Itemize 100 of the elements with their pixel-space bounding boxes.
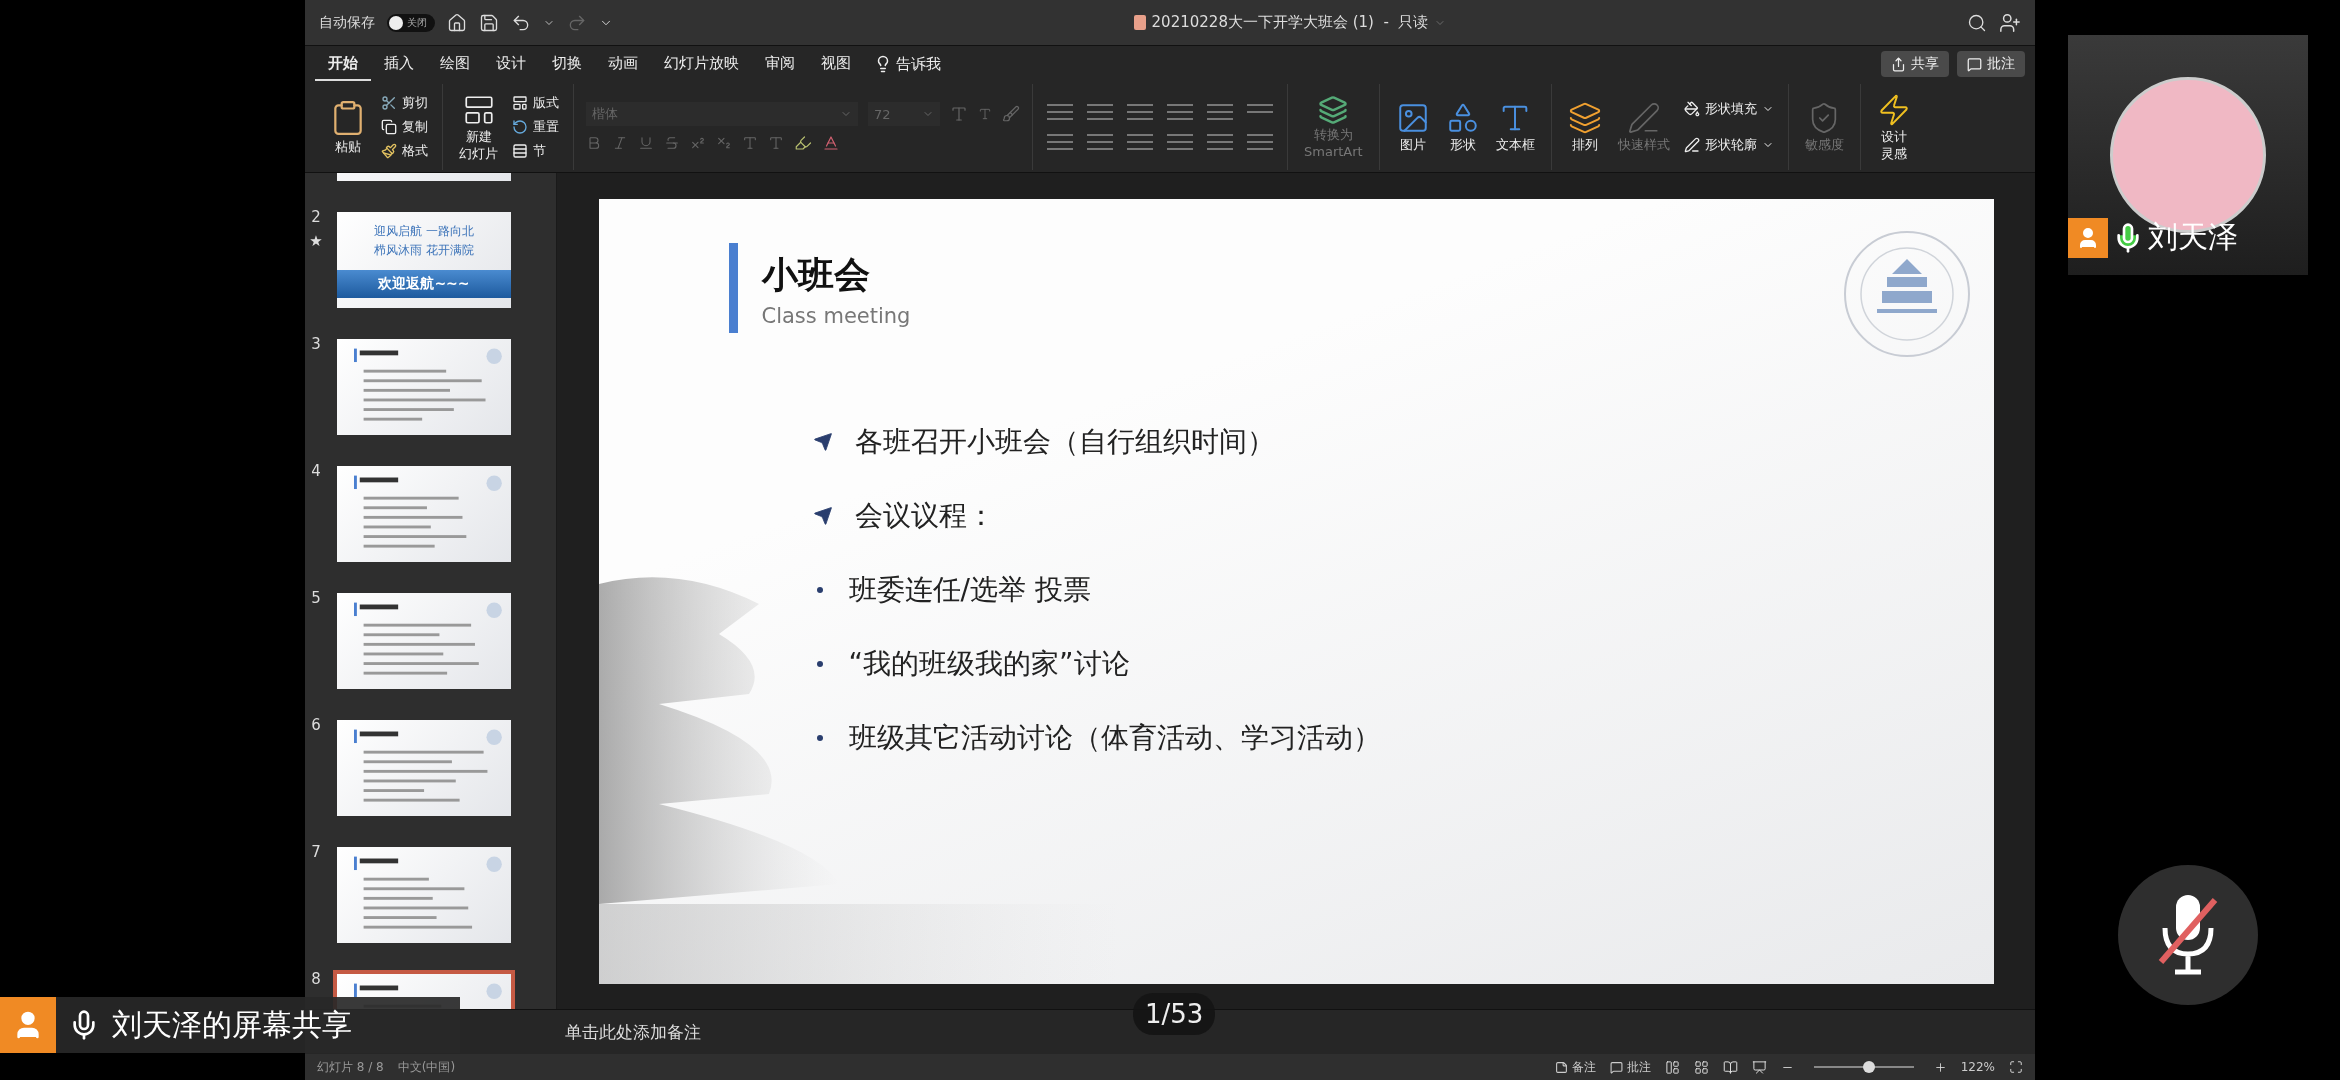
zoom-percent: 122%	[1960, 1060, 1995, 1074]
speech-bubble-icon	[1967, 56, 1982, 72]
plane-bullet-icon	[812, 431, 833, 452]
thumbnail-heading: 栉风沐雨 花开满院	[374, 242, 474, 259]
normal-view-icon[interactable]	[1664, 1059, 1680, 1075]
tell-me-button[interactable]: 告诉我	[864, 48, 951, 80]
ribbon-tab[interactable]: 开始	[315, 47, 371, 81]
copy-icon	[381, 119, 397, 135]
subscript-icon[interactable]	[716, 135, 732, 151]
save-icon[interactable]	[479, 12, 499, 33]
section-icon	[512, 143, 528, 159]
notes-button[interactable]: 备注	[1554, 1058, 1596, 1076]
align-center-icon[interactable]	[1085, 131, 1115, 153]
autosave-toggle[interactable]: 关闭	[387, 13, 435, 32]
decrease-font-size-icon[interactable]	[978, 107, 992, 121]
page-counter: 1/53	[1133, 993, 1216, 1035]
home-icon[interactable]	[447, 12, 467, 33]
numbering-icon[interactable]	[1085, 101, 1115, 123]
insert-button[interactable]: 形状	[1441, 99, 1484, 155]
layers-icon	[1567, 101, 1602, 136]
bullets-icon[interactable]	[1045, 101, 1075, 123]
ribbon-tab[interactable]: 幻灯片放映	[651, 47, 752, 81]
bold-icon[interactable]	[586, 135, 602, 151]
align-text-icon[interactable]	[1245, 131, 1275, 153]
ribbon-tab[interactable]: 审阅	[752, 47, 808, 81]
layout-button[interactable]: 版式	[510, 93, 561, 113]
animation-mark: ★	[309, 232, 323, 250]
slide-number: 7	[311, 843, 321, 861]
increase-font-size-icon[interactable]	[950, 105, 968, 123]
copy-button[interactable]: 复制	[379, 117, 430, 137]
pen-icon	[1683, 137, 1700, 153]
new-slide-button[interactable]: 新建 幻灯片	[455, 90, 502, 164]
slide-subtitle: Class meeting	[761, 303, 911, 328]
align-right-icon[interactable]	[1125, 131, 1155, 153]
bullet-text: 各班召开小班会（自行组织时间）	[854, 423, 1275, 460]
share-button[interactable]: 共享	[1881, 51, 1949, 77]
shape-outline-button[interactable]: 形状轮廓	[1681, 135, 1776, 155]
highlighter-icon[interactable]	[794, 134, 812, 152]
bullet-dot	[816, 586, 823, 593]
insert-button[interactable]: 文本框	[1491, 99, 1539, 155]
slideshow-icon[interactable]	[1751, 1059, 1767, 1075]
ribbon-tab[interactable]: 切换	[539, 47, 595, 81]
shape-fill-button[interactable]: 形状填充	[1681, 99, 1776, 119]
section-button[interactable]: 节	[510, 141, 561, 161]
fit-to-window-icon[interactable]	[2009, 1060, 2023, 1074]
speech-bubble-icon	[1609, 1060, 1623, 1074]
reset-button[interactable]: 重置	[510, 117, 561, 137]
thumbnail-heading: 迎风启航 一路向北	[374, 223, 474, 240]
justify-icon[interactable]	[1165, 131, 1195, 153]
search-icon[interactable]	[1967, 12, 1987, 33]
slide-number: 5	[311, 589, 321, 607]
bullet-dot	[816, 660, 823, 667]
character-spacing-icon[interactable]	[742, 135, 758, 151]
designer-button[interactable]: 设计 灵感	[1872, 90, 1915, 164]
slide-info: 幻灯片 8 / 8	[317, 1058, 384, 1076]
layers-icon	[1318, 94, 1349, 125]
ribbon-tab[interactable]: 绘图	[427, 47, 483, 81]
slide-layout-icon	[512, 95, 528, 111]
document-title: 20210228大一下开学大班会 (1) - 只读	[1151, 13, 1429, 32]
notes-placeholder[interactable]: 单击此处添加备注	[565, 1020, 701, 1044]
welcome-banner: 欢迎返航~~~	[337, 270, 511, 298]
reading-view-icon[interactable]	[1722, 1059, 1738, 1075]
underline-icon[interactable]	[638, 135, 654, 151]
pen-icon	[1626, 101, 1661, 136]
slide-title: 小班会	[761, 252, 871, 297]
scissors-icon	[381, 95, 397, 111]
ribbon-tab[interactable]: 插入	[371, 47, 427, 81]
clear-formatting-icon[interactable]	[1002, 105, 1020, 123]
bullet-text: 班级其它活动讨论（体育活动、学习活动）	[848, 719, 1381, 756]
bullet-text: 班委连任/选举 投票	[848, 571, 1091, 608]
line-spacing-icon[interactable]	[1205, 101, 1235, 123]
reset-icon	[512, 119, 528, 135]
decrease-indent-icon[interactable]	[1125, 101, 1155, 123]
ribbon-tab[interactable]: 设计	[483, 47, 539, 81]
insert-button[interactable]: 图片	[1391, 99, 1434, 155]
slide-number: 3	[311, 335, 321, 353]
zoom-in-icon[interactable]	[1933, 1060, 1947, 1074]
comments-status-button[interactable]: 批注	[1609, 1058, 1651, 1076]
slide-number: 8	[311, 970, 321, 988]
bullet-text: 会议议程：	[854, 497, 995, 534]
font-color-icon[interactable]	[822, 134, 840, 152]
format-painter-button[interactable]: 格式	[379, 141, 430, 161]
language-status: 中文(中国)	[397, 1058, 456, 1076]
ribbon-tab[interactable]: 视图	[808, 47, 864, 81]
comments-button[interactable]: 批注	[1957, 51, 2025, 77]
share-person-icon[interactable]	[1999, 11, 2021, 34]
slide-sorter-icon[interactable]	[1693, 1059, 1709, 1075]
slide-number: 6	[311, 716, 321, 734]
share-icon	[1891, 56, 1906, 72]
cut-button[interactable]: 剪切	[379, 93, 430, 113]
strikethrough-icon[interactable]	[664, 135, 680, 151]
increase-indent-icon[interactable]	[1165, 101, 1195, 123]
change-case-icon[interactable]	[768, 135, 784, 151]
superscript-icon[interactable]	[690, 135, 706, 151]
arrange-button[interactable]: 排列	[1563, 99, 1606, 155]
italic-icon[interactable]	[612, 135, 628, 151]
paint-bucket-icon	[1683, 101, 1700, 117]
ribbon-tab[interactable]: 动画	[595, 47, 651, 81]
paste-button[interactable]: 粘贴	[325, 97, 371, 157]
align-left-icon[interactable]	[1045, 131, 1075, 153]
